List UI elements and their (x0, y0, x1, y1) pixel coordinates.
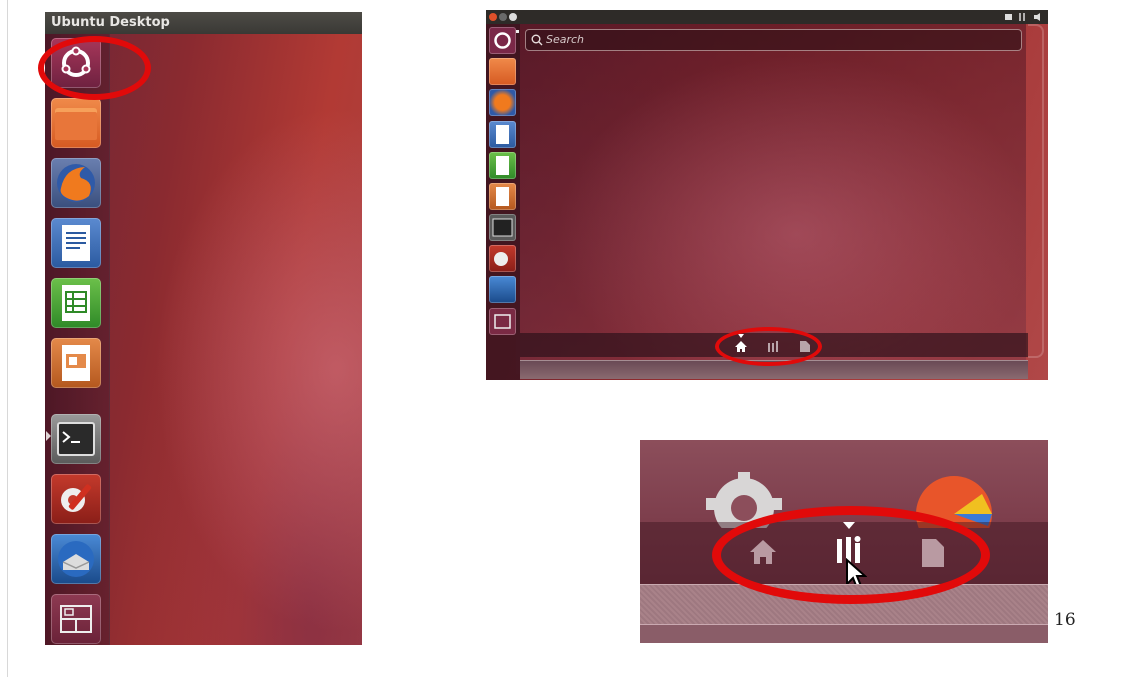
top-panel (486, 10, 1048, 24)
firefox-button[interactable] (51, 158, 101, 208)
highlight-ring (38, 36, 151, 100)
firefox-button[interactable] (489, 89, 516, 116)
ubuntu-logo-icon (494, 32, 511, 49)
terminal-icon (57, 422, 95, 456)
workspace-switcher-button[interactable] (489, 308, 516, 335)
calc-button[interactable] (489, 152, 516, 179)
system-settings-button[interactable] (489, 245, 516, 272)
launcher (486, 24, 520, 380)
writer-icon (496, 125, 509, 144)
thunderbird-icon (58, 541, 94, 577)
dash-search-input[interactable]: Search (525, 29, 1022, 51)
search-icon (531, 34, 543, 46)
highlight-ring (712, 506, 990, 604)
panel-baseline (640, 624, 1048, 643)
page-margin-rule (7, 0, 8, 677)
dash-frame-edge (1028, 24, 1044, 358)
running-indicator (516, 30, 519, 33)
system-settings-button[interactable] (51, 474, 101, 524)
workspace-icon (60, 605, 92, 633)
top-panel-title: Ubuntu Desktop (45, 12, 362, 34)
settings-icon (494, 252, 508, 266)
thunderbird-button[interactable] (51, 534, 101, 584)
page-number: 16 (1054, 610, 1076, 630)
maximize-window-icon[interactable] (509, 13, 517, 21)
terminal-button[interactable] (489, 214, 516, 241)
impress-button[interactable] (489, 183, 516, 210)
impress-icon (62, 345, 90, 381)
search-placeholder: Search (546, 33, 585, 46)
screenshot-dash (486, 10, 1048, 380)
launcher (45, 34, 110, 645)
calc-icon (496, 156, 509, 175)
desktop-wallpaper (105, 34, 362, 645)
minimize-window-icon[interactable] (499, 13, 507, 21)
ubuntu-dash-button[interactable] (489, 27, 516, 54)
files-button[interactable] (489, 58, 516, 85)
screenshot-launcher: Ubuntu Desktop (45, 12, 362, 645)
highlight-ring (715, 327, 822, 366)
calc-icon (62, 285, 90, 321)
writer-button[interactable] (489, 121, 516, 148)
files-button[interactable] (51, 98, 101, 148)
thunderbird-button[interactable] (489, 276, 516, 303)
close-window-icon[interactable] (489, 13, 497, 21)
terminal-button[interactable] (51, 414, 101, 464)
impress-button[interactable] (51, 338, 101, 388)
indicator-icons (1005, 13, 1040, 21)
workspace-switcher-button[interactable] (51, 594, 101, 644)
settings-icon (61, 484, 92, 512)
writer-icon (62, 225, 90, 261)
workspace-icon (494, 314, 511, 329)
writer-button[interactable] (51, 218, 101, 268)
calc-button[interactable] (51, 278, 101, 328)
firefox-icon (57, 164, 95, 202)
dash-background (516, 24, 1026, 374)
folder-icon (55, 108, 97, 140)
terminal-icon (492, 218, 513, 237)
impress-icon (496, 187, 509, 206)
